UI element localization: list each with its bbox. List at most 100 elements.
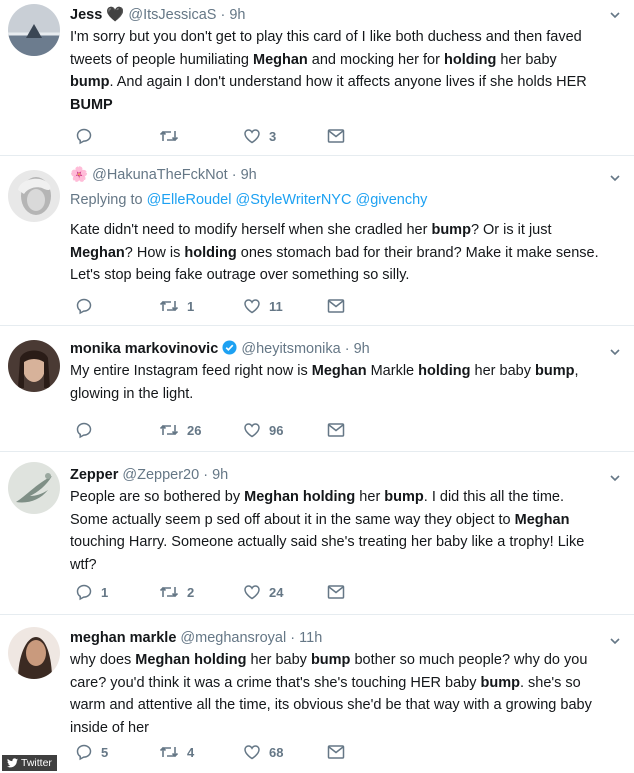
avatar[interactable]	[8, 340, 60, 392]
direct-message-button[interactable]	[327, 584, 353, 600]
user-handle[interactable]: @ItsJessicaS	[128, 7, 216, 23]
tweet-text-segment: her	[355, 489, 385, 505]
display-name[interactable]: Jess	[70, 7, 102, 23]
user-handle[interactable]: @meghansroyal	[180, 630, 286, 646]
user-handle[interactable]: @Zepper20	[122, 467, 199, 483]
timestamp[interactable]: 11h	[299, 630, 322, 646]
envelope-icon	[327, 299, 345, 313]
tweet[interactable]: 🌸 @HakunaTheFckNot · 9h Replying to @Ell…	[0, 156, 634, 326]
reply-button[interactable]: 5	[75, 743, 159, 761]
tweet[interactable]: meghan markle @meghansroyal · 11h why do…	[0, 615, 634, 773]
chevron-down-icon[interactable]	[610, 10, 620, 20]
timestamp[interactable]: 9h	[212, 467, 228, 483]
mention-link[interactable]: @StyleWriterNYC	[235, 192, 351, 208]
tweet-header: Zepper @Zepper20 · 9h	[70, 466, 604, 484]
timestamp[interactable]: 9h	[354, 341, 370, 357]
like-count: 24	[269, 584, 284, 600]
reply-button[interactable]	[75, 421, 159, 439]
tweet[interactable]: monika markovinovic @heyitsmonika · 9h M…	[0, 326, 634, 452]
direct-message-button[interactable]	[327, 298, 353, 314]
like-button[interactable]: 24	[243, 583, 327, 601]
highlighted-keyword: holding	[443, 51, 497, 68]
separator-dot: ·	[203, 467, 209, 483]
like-button[interactable]: 3	[243, 127, 327, 145]
tweet-text-segment: ? Or is it just	[470, 222, 552, 238]
highlighted-keyword: BUMP	[70, 96, 113, 113]
tweet-header: 🌸 @HakunaTheFckNot · 9h	[70, 166, 604, 184]
retweet-count: 2	[187, 584, 195, 600]
direct-message-button[interactable]	[327, 744, 353, 760]
highlighted-keyword: bump	[70, 74, 110, 90]
tweet-text-segment: her baby	[246, 652, 311, 668]
retweet-button[interactable]: 2	[159, 583, 243, 601]
retweet-button[interactable]: 26	[159, 421, 243, 439]
highlighted-keyword: holding	[184, 244, 237, 261]
mention-link[interactable]: @ElleRoudel	[147, 192, 232, 208]
mention-link[interactable]: @givenchy	[355, 192, 427, 208]
tweet-header: Jess 🖤 @ItsJessicaS · 9h	[70, 6, 604, 24]
tweet-actions: 5 4 68	[75, 743, 353, 761]
reply-button[interactable]	[75, 127, 159, 145]
tweet-text-segment: her baby	[470, 363, 535, 379]
tweet-text-segment: and mocking her for	[307, 51, 444, 68]
chevron-down-icon[interactable]	[610, 173, 620, 183]
highlighted-keyword: Meghan holding	[244, 489, 356, 505]
like-button[interactable]: 96	[243, 421, 327, 439]
timestamp[interactable]: 9h	[241, 167, 257, 183]
reply-icon	[76, 128, 92, 145]
reply-button[interactable]	[75, 297, 159, 315]
retweet-icon	[159, 424, 179, 436]
heart-icon	[244, 299, 260, 314]
like-button[interactable]: 11	[243, 297, 327, 315]
credit-label: Twitter	[21, 757, 52, 769]
reply-button[interactable]: 1	[75, 583, 159, 601]
tweet-actions: 26 96	[75, 421, 353, 439]
avatar[interactable]	[8, 170, 60, 222]
envelope-icon	[327, 585, 345, 599]
highlighted-keyword: bump	[384, 489, 424, 505]
chevron-down-icon[interactable]	[610, 473, 620, 483]
tweet-text-segment: ? How is	[124, 244, 185, 261]
user-handle[interactable]: @HakunaTheFckNot	[92, 167, 228, 183]
highlighted-keyword: bump	[480, 674, 520, 691]
highlighted-keyword: Meghan	[70, 244, 125, 261]
separator-dot: ·	[290, 630, 296, 646]
display-name[interactable]: Zepper	[70, 467, 118, 483]
retweet-count: 4	[187, 744, 195, 760]
chevron-down-icon[interactable]	[610, 347, 620, 357]
direct-message-button[interactable]	[327, 128, 353, 144]
timestamp[interactable]: 9h	[229, 7, 245, 23]
retweet-button[interactable]: 1	[159, 297, 243, 315]
chevron-down-icon[interactable]	[610, 636, 620, 646]
highlighted-keyword: Meghan	[514, 511, 570, 528]
user-handle[interactable]: @heyitsmonika	[241, 341, 340, 357]
retweet-icon	[159, 746, 179, 758]
tweet-feed: Jess 🖤 @ItsJessicaS · 9h I'm sorry but y…	[0, 0, 634, 773]
like-button[interactable]: 68	[243, 743, 327, 761]
tweet-text-segment: People are so bothered by	[70, 489, 245, 505]
display-name[interactable]: meghan markle	[70, 630, 176, 646]
tweet[interactable]: Jess 🖤 @ItsJessicaS · 9h I'm sorry but y…	[0, 0, 634, 156]
replying-to-label: Replying to	[70, 192, 143, 208]
tweet-text-segment: touching Harry. Someone actually said sh…	[70, 534, 585, 573]
reply-count: 1	[101, 584, 109, 600]
heart-icon	[244, 745, 260, 760]
twitter-bird-icon	[7, 758, 18, 768]
highlighted-keyword: bump	[534, 363, 575, 379]
tweet-text: People are so bothered by Meghan holding…	[70, 486, 604, 576]
retweet-button[interactable]: 4	[159, 743, 243, 761]
avatar[interactable]	[8, 4, 60, 56]
avatar[interactable]	[8, 462, 60, 514]
retweet-count: 26	[187, 422, 202, 438]
retweet-button[interactable]	[159, 127, 243, 145]
display-name[interactable]: monika markovinovic	[70, 341, 218, 357]
envelope-icon	[327, 423, 345, 437]
highlighted-keyword: Meghan	[311, 363, 367, 379]
image-credit: Twitter	[2, 755, 57, 771]
highlighted-keyword: Meghan holding	[135, 652, 247, 668]
direct-message-button[interactable]	[327, 422, 353, 438]
avatar[interactable]	[8, 627, 60, 679]
tweet[interactable]: Zepper @Zepper20 · 9h People are so both…	[0, 452, 634, 615]
highlighted-keyword: bump	[310, 652, 351, 668]
tweet-actions: 1 2 24	[75, 583, 353, 601]
